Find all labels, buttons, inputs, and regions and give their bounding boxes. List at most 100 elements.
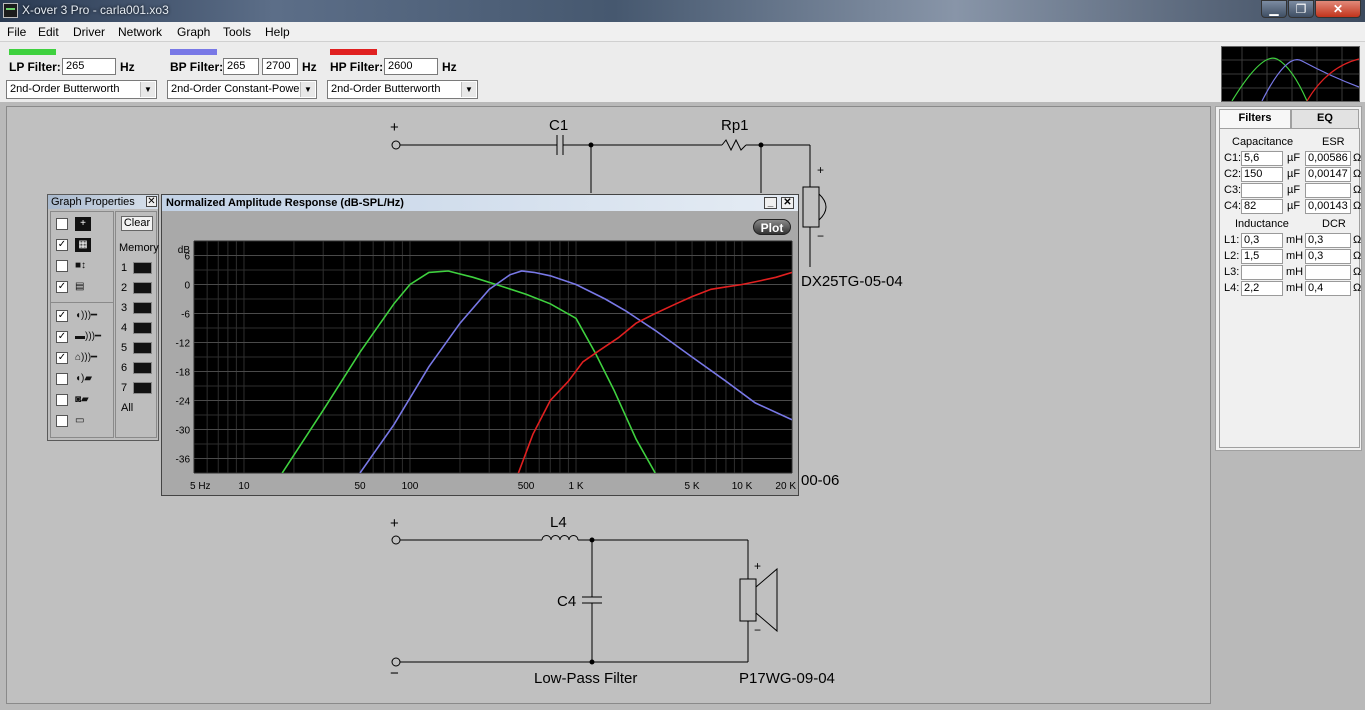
tab-eq[interactable]: EQ: [1291, 109, 1359, 128]
c4-ohm: Ω: [1353, 200, 1362, 212]
l3-dcr-input[interactable]: [1305, 265, 1351, 280]
memory-slot-2[interactable]: [133, 282, 152, 294]
impedance-checkbox[interactable]: [56, 373, 68, 385]
chevron-down-icon[interactable]: ▼: [461, 82, 476, 97]
dx25tg-driver-symbol[interactable]: [802, 186, 820, 228]
c4-unit: µF: [1287, 200, 1301, 212]
l1-dcr-input[interactable]: 0,3: [1305, 233, 1351, 248]
rp1-symbol[interactable]: [721, 138, 747, 152]
l4-dcr-input[interactable]: 0,4: [1305, 281, 1351, 296]
minimize-button[interactable]: ▁: [1261, 0, 1287, 18]
tab-filters[interactable]: Filters: [1219, 109, 1291, 128]
y-tick-label: -12: [176, 339, 191, 350]
c3-unit: µF: [1287, 184, 1301, 196]
response-thumbnail[interactable]: [1221, 46, 1360, 102]
memory-slot-7[interactable]: [133, 382, 152, 394]
l4-unit: mH: [1286, 282, 1304, 294]
chevron-down-icon[interactable]: ▼: [140, 82, 155, 97]
c4-capacitance-input[interactable]: 82: [1241, 199, 1283, 214]
x-tick-label: 1 K: [569, 481, 584, 492]
menu-graph[interactable]: Graph: [177, 25, 210, 39]
memory-slot-1[interactable]: [133, 262, 152, 274]
midrange-response-checkbox[interactable]: ✓: [56, 331, 68, 343]
lp-type-select[interactable]: 2nd-Order Butterworth ▼: [6, 80, 157, 99]
c3-esr-input[interactable]: [1305, 183, 1351, 198]
memory-label: Memory: [119, 242, 159, 254]
menu-network[interactable]: Network: [118, 25, 162, 39]
l2-unit: mH: [1286, 250, 1304, 262]
chevron-down-icon[interactable]: ▼: [300, 82, 315, 97]
palette-divider: [51, 302, 113, 303]
waveform-checkbox[interactable]: [56, 415, 68, 427]
c2-capacitance-input[interactable]: 150: [1241, 167, 1283, 182]
l2-inductance-input[interactable]: 1,5: [1241, 249, 1283, 264]
l1-unit: mH: [1286, 234, 1304, 246]
thumbnail-svg: [1222, 47, 1360, 102]
room-response-checkbox[interactable]: ✓: [56, 352, 68, 364]
bp-high-frequency-input[interactable]: 2700: [262, 58, 298, 75]
lp-input-terminal[interactable]: [391, 535, 401, 545]
l2-ohm: Ω: [1353, 250, 1362, 262]
memory-slot-3[interactable]: [133, 302, 152, 314]
c1-esr-input[interactable]: 0,00586: [1305, 151, 1351, 166]
capacitance-header: Capacitance: [1232, 136, 1294, 148]
crosshair-checkbox[interactable]: [56, 218, 68, 230]
graph-options-column: + ✓ ▦ ■↕ ✓ ▤ ✓ ◖)))━ ✓ ▬)))━ ✓ ⌂)))━ ◖)▰…: [50, 211, 114, 438]
hp-frequency-input[interactable]: 2600: [384, 58, 438, 75]
amplitude-response-chart[interactable]: 60-6-12-18-24-30-36dB5 Hz 10 50 100 500 1 K5 …: [162, 211, 798, 495]
l4-symbol[interactable]: [541, 535, 579, 541]
l3-inductance-input[interactable]: [1241, 265, 1283, 280]
x-tick-label: 10 K: [732, 481, 753, 492]
c2-esr-input[interactable]: 0,00147: [1305, 167, 1351, 182]
graph-minimize-button[interactable]: _: [764, 197, 777, 209]
p17wg-driver-symbol[interactable]: [739, 578, 757, 622]
l3-ohm: Ω: [1353, 266, 1362, 278]
grid-checkbox[interactable]: ✓: [56, 239, 68, 251]
menu-driver[interactable]: Driver: [73, 25, 105, 39]
menu-file[interactable]: File: [7, 25, 26, 39]
close-button[interactable]: ✕: [1315, 0, 1361, 18]
lp-frequency-input[interactable]: 265: [62, 58, 116, 75]
bp-low-frequency-input[interactable]: 265: [223, 58, 259, 75]
hp-type-select[interactable]: 2nd-Order Butterworth ▼: [327, 80, 478, 99]
hp-filter-label: HP Filter:: [330, 60, 384, 74]
l4-inductance-input[interactable]: 2,2: [1241, 281, 1283, 296]
menu-tools[interactable]: Tools: [223, 25, 251, 39]
c1-row-label: C1:: [1224, 152, 1242, 164]
menu-help[interactable]: Help: [265, 25, 290, 39]
l3-unit: mH: [1286, 266, 1304, 278]
impedance-icon: ◖)▰: [75, 373, 93, 384]
bp-type-select[interactable]: 2nd-Order Constant-Powe ▼: [167, 80, 317, 99]
app-icon[interactable]: [3, 3, 18, 18]
legend-checkbox[interactable]: ✓: [56, 281, 68, 293]
grid-icon: ▦: [75, 238, 91, 252]
x-tick-label: 50: [354, 481, 366, 492]
c1-capacitance-input[interactable]: 5,6: [1241, 151, 1283, 166]
graph-close-button[interactable]: ✕: [781, 197, 794, 209]
phase-checkbox[interactable]: [56, 394, 68, 406]
vertical-scale-checkbox[interactable]: [56, 260, 68, 272]
y-tick-label: -24: [176, 397, 191, 408]
memory-all-button[interactable]: All: [121, 402, 133, 414]
clear-button[interactable]: Clear: [121, 216, 153, 231]
plot-button[interactable]: Plot: [753, 219, 791, 235]
room-response-icon: ⌂)))━: [75, 352, 98, 363]
app-window: X-over 3 Pro - carla001.xo3 ▁ ❐ ✕ File E…: [0, 0, 1365, 710]
tweeter-response-checkbox[interactable]: ✓: [56, 310, 68, 322]
lp-section-title: Low-Pass Filter: [534, 670, 638, 687]
bp-type-value: 2nd-Order Constant-Powe: [171, 83, 300, 95]
phase-icon: ◙▰: [75, 394, 89, 405]
close-icon[interactable]: ✕: [146, 196, 157, 207]
c4-esr-input[interactable]: 0,00143: [1305, 199, 1351, 214]
memory-slot-4[interactable]: [133, 322, 152, 334]
memory-slot-5[interactable]: [133, 342, 152, 354]
l1-inductance-input[interactable]: 0,3: [1241, 233, 1283, 248]
l2-dcr-input[interactable]: 0,3: [1305, 249, 1351, 264]
inductance-header: Inductance: [1235, 218, 1289, 230]
c3-capacitance-input[interactable]: [1241, 183, 1283, 198]
maximize-button[interactable]: ❐: [1288, 0, 1314, 18]
y-tick-label: -36: [176, 455, 191, 466]
memory-slot-6[interactable]: [133, 362, 152, 374]
hp-input-terminal[interactable]: [391, 140, 401, 150]
menu-edit[interactable]: Edit: [38, 25, 59, 39]
